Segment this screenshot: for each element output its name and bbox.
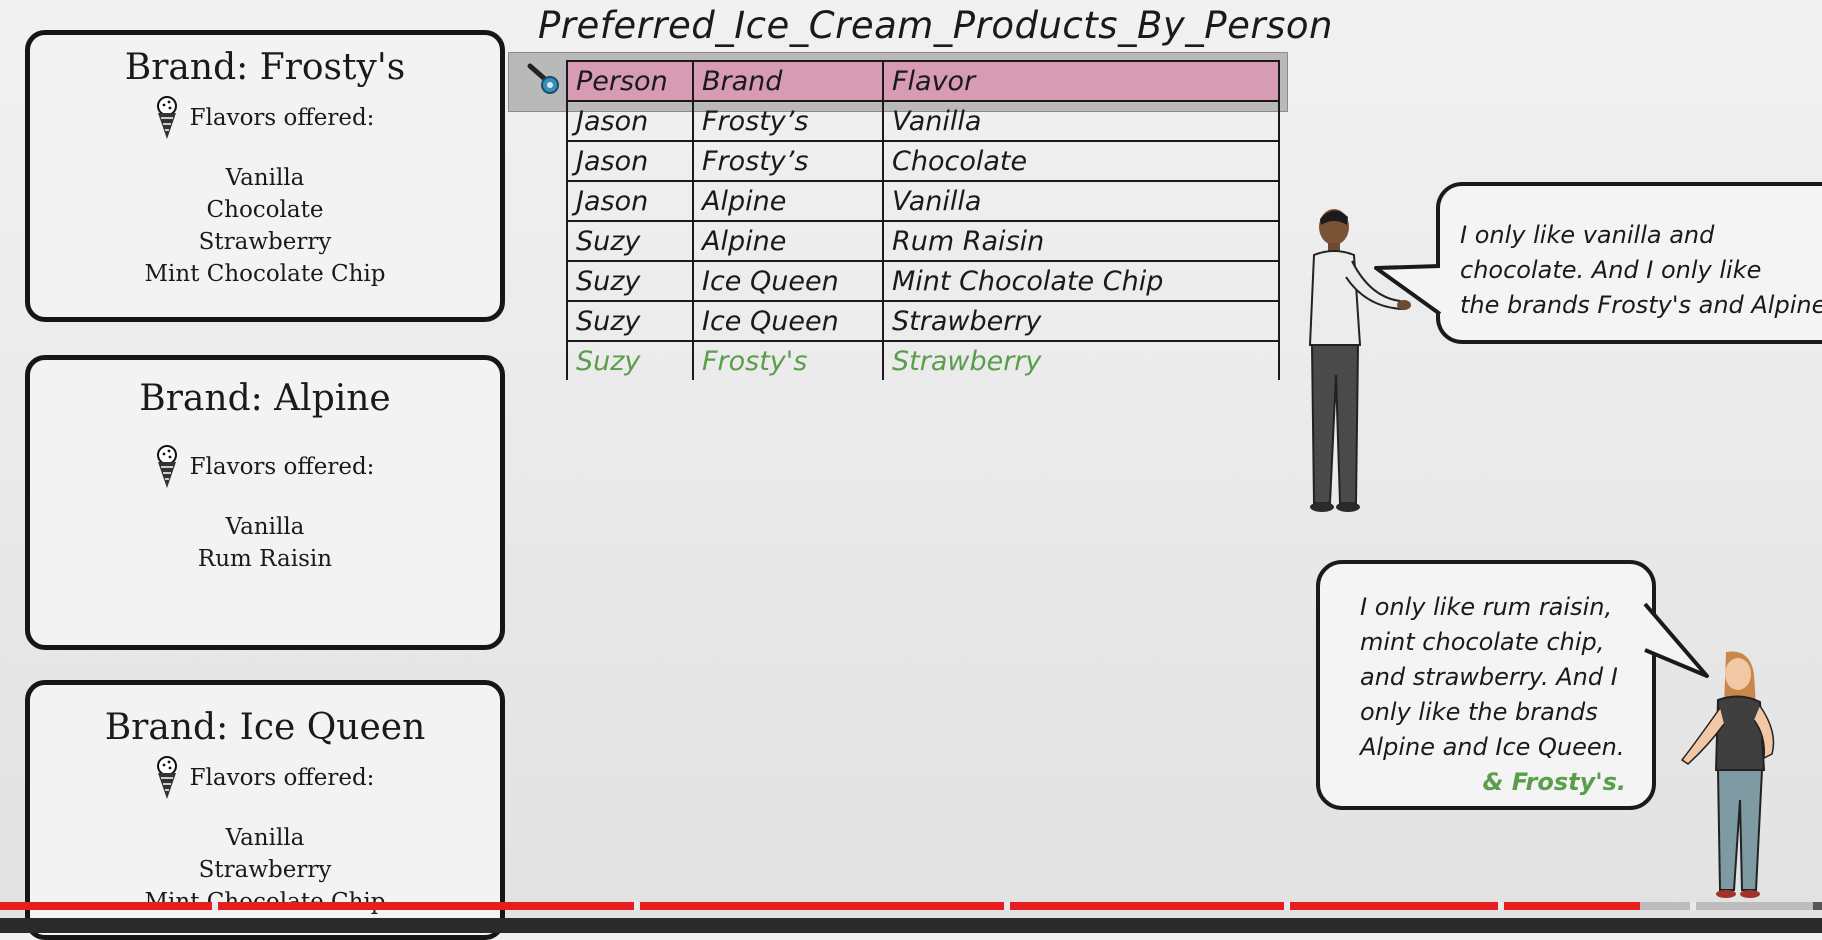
table-row: Jason Frosty’s Chocolate bbox=[566, 140, 1280, 182]
table-cell: Suzy bbox=[566, 260, 694, 302]
table-cell: Frosty’s bbox=[692, 140, 884, 182]
man-illustration bbox=[1308, 209, 1411, 512]
bubble-text-line: only like the brands bbox=[1360, 698, 1598, 726]
video-progress-bar[interactable] bbox=[0, 902, 1822, 910]
chapter-marker bbox=[1004, 902, 1010, 910]
flavor-item: Vanilla bbox=[225, 514, 305, 540]
table-row: Jason Alpine Vanilla bbox=[566, 180, 1280, 222]
flavor-item: Vanilla bbox=[225, 825, 305, 851]
flavor-item: Vanilla bbox=[225, 165, 305, 191]
bubble-text-line: chocolate. And I only like bbox=[1460, 256, 1762, 284]
ice-cream-cone-icon bbox=[156, 756, 177, 799]
table-cell: Frosty’s bbox=[692, 100, 884, 142]
table-cell: Strawberry bbox=[882, 300, 1280, 342]
table-cell: Rum Raisin bbox=[882, 220, 1280, 262]
bubble-text-line: and strawberry. And I bbox=[1360, 663, 1618, 691]
bubble-tail bbox=[1374, 264, 1442, 316]
brand-card-alpine: Brand: Alpine Flavors offered: Vanilla R… bbox=[25, 355, 505, 650]
table-cell: Vanilla bbox=[882, 180, 1280, 222]
progress-played bbox=[0, 902, 1640, 910]
table-cell: Ice Queen bbox=[692, 300, 884, 342]
flavor-item: Strawberry bbox=[198, 857, 332, 883]
chapter-marker bbox=[212, 902, 218, 910]
bubble-text-line: I only like vanilla and bbox=[1460, 221, 1715, 249]
table-row: Suzy Ice Queen Mint Chocolate Chip bbox=[566, 260, 1280, 302]
bubble-text-line: Alpine and Ice Queen. bbox=[1360, 733, 1625, 761]
column-header: Person bbox=[566, 60, 694, 102]
chapter-marker bbox=[1284, 902, 1290, 910]
flavors-offered-label: Flavors offered: bbox=[189, 105, 375, 131]
table-cell: Suzy bbox=[566, 300, 694, 342]
table-cell: Ice Queen bbox=[692, 260, 884, 302]
table-row: Suzy Alpine Rum Raisin bbox=[566, 220, 1280, 262]
brand-title: Brand: Frosty's bbox=[124, 47, 406, 88]
ice-cream-cone-icon bbox=[156, 96, 177, 139]
bubble-text-line: mint chocolate chip, bbox=[1360, 628, 1605, 656]
primary-key-icon bbox=[527, 63, 559, 94]
ice-cream-cone-icon bbox=[156, 445, 177, 488]
bubble-text-line: I only like rum raisin, bbox=[1360, 593, 1613, 621]
table-cell: Alpine bbox=[692, 220, 884, 262]
bubble-added-text: & Frosty's. bbox=[1482, 768, 1626, 796]
table-cell: Vanilla bbox=[882, 100, 1280, 142]
brand-card-ice-queen: Brand: Ice Queen Flavors offered: Vanill… bbox=[25, 680, 505, 940]
table-cell: Jason bbox=[566, 100, 694, 142]
flavor-item: Rum Raisin bbox=[197, 546, 333, 572]
column-header: Brand bbox=[692, 60, 884, 102]
chapter-marker bbox=[1690, 902, 1696, 910]
player-controls-bar bbox=[0, 918, 1822, 933]
table-row: Suzy Ice Queen Strawberry bbox=[566, 300, 1280, 342]
table-cell: Chocolate bbox=[882, 140, 1280, 182]
chapter-marker bbox=[1498, 902, 1504, 910]
flavor-item: Chocolate bbox=[206, 197, 324, 223]
table-row: Jason Frosty’s Vanilla bbox=[566, 100, 1280, 142]
brand-title: Brand: Alpine bbox=[139, 378, 391, 419]
flavors-offered-label: Flavors offered: bbox=[189, 454, 375, 480]
table-cell: Suzy bbox=[566, 340, 694, 380]
table-cell: Jason bbox=[566, 180, 694, 222]
table-cell: Mint Chocolate Chip bbox=[882, 260, 1280, 302]
suzy-speech-bubble: I only like rum raisin, mint chocolate c… bbox=[1316, 560, 1656, 810]
column-header: Flavor bbox=[882, 60, 1280, 102]
brand-title: Brand: Ice Queen bbox=[104, 707, 426, 748]
table-cell: Suzy bbox=[566, 220, 694, 262]
brand-card-frostys: Brand: Frosty's Flavors offered: Vanilla… bbox=[25, 30, 505, 322]
woman-illustration bbox=[1680, 651, 1775, 898]
flavor-item: Mint Chocolate Chip bbox=[144, 261, 386, 287]
table-header-row: Person Brand Flavor bbox=[566, 60, 1280, 102]
flavors-offered-label: Flavors offered: bbox=[189, 765, 375, 791]
table-cell: Strawberry bbox=[882, 340, 1280, 380]
preferences-table: Person Brand Flavor Jason Frosty’s Vanil… bbox=[566, 60, 1280, 380]
table-cell: Frosty's bbox=[692, 340, 884, 380]
table-cell: Alpine bbox=[692, 180, 884, 222]
chapter-marker bbox=[634, 902, 640, 910]
bubble-text-line: the brands Frosty's and Alpine bbox=[1460, 291, 1822, 319]
table-cell: Jason bbox=[566, 140, 694, 182]
jason-speech-bubble: I only like vanilla and chocolate. And I… bbox=[1436, 182, 1822, 344]
table-title: Preferred_Ice_Cream_Products_By_Person bbox=[538, 4, 1333, 47]
flavor-item: Strawberry bbox=[198, 229, 332, 255]
table-row-added: Suzy Frosty's Strawberry bbox=[566, 340, 1280, 380]
